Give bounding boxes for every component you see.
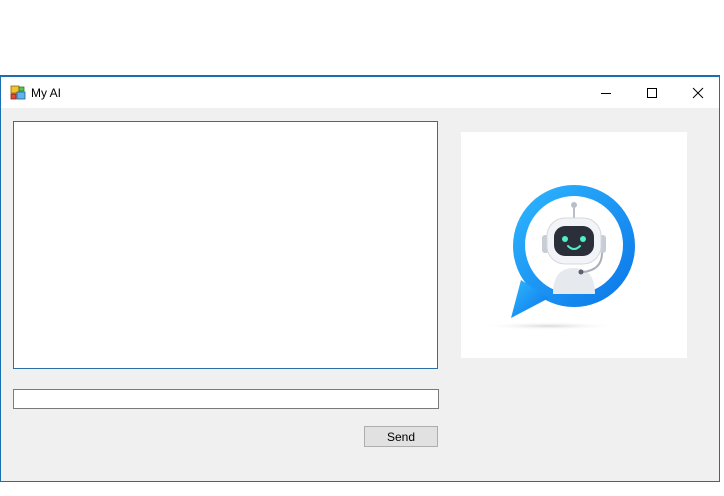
maximize-button[interactable]: [629, 77, 675, 108]
chat-log-textbox[interactable]: [13, 121, 438, 369]
close-button[interactable]: [675, 77, 721, 108]
robot-picture: [461, 132, 687, 358]
minimize-button[interactable]: [583, 77, 629, 108]
maximize-icon: [647, 87, 657, 98]
robot-chat-bot-icon: [479, 185, 635, 330]
send-button[interactable]: Send: [364, 426, 438, 447]
minimize-icon: [601, 92, 611, 94]
title-bar[interactable]: My AI: [1, 77, 719, 108]
app-icon: [10, 85, 26, 101]
window-title: My AI: [31, 86, 62, 100]
main-window: My AI Send: [0, 75, 720, 482]
message-input[interactable]: [13, 389, 439, 409]
close-icon: [692, 87, 704, 98]
